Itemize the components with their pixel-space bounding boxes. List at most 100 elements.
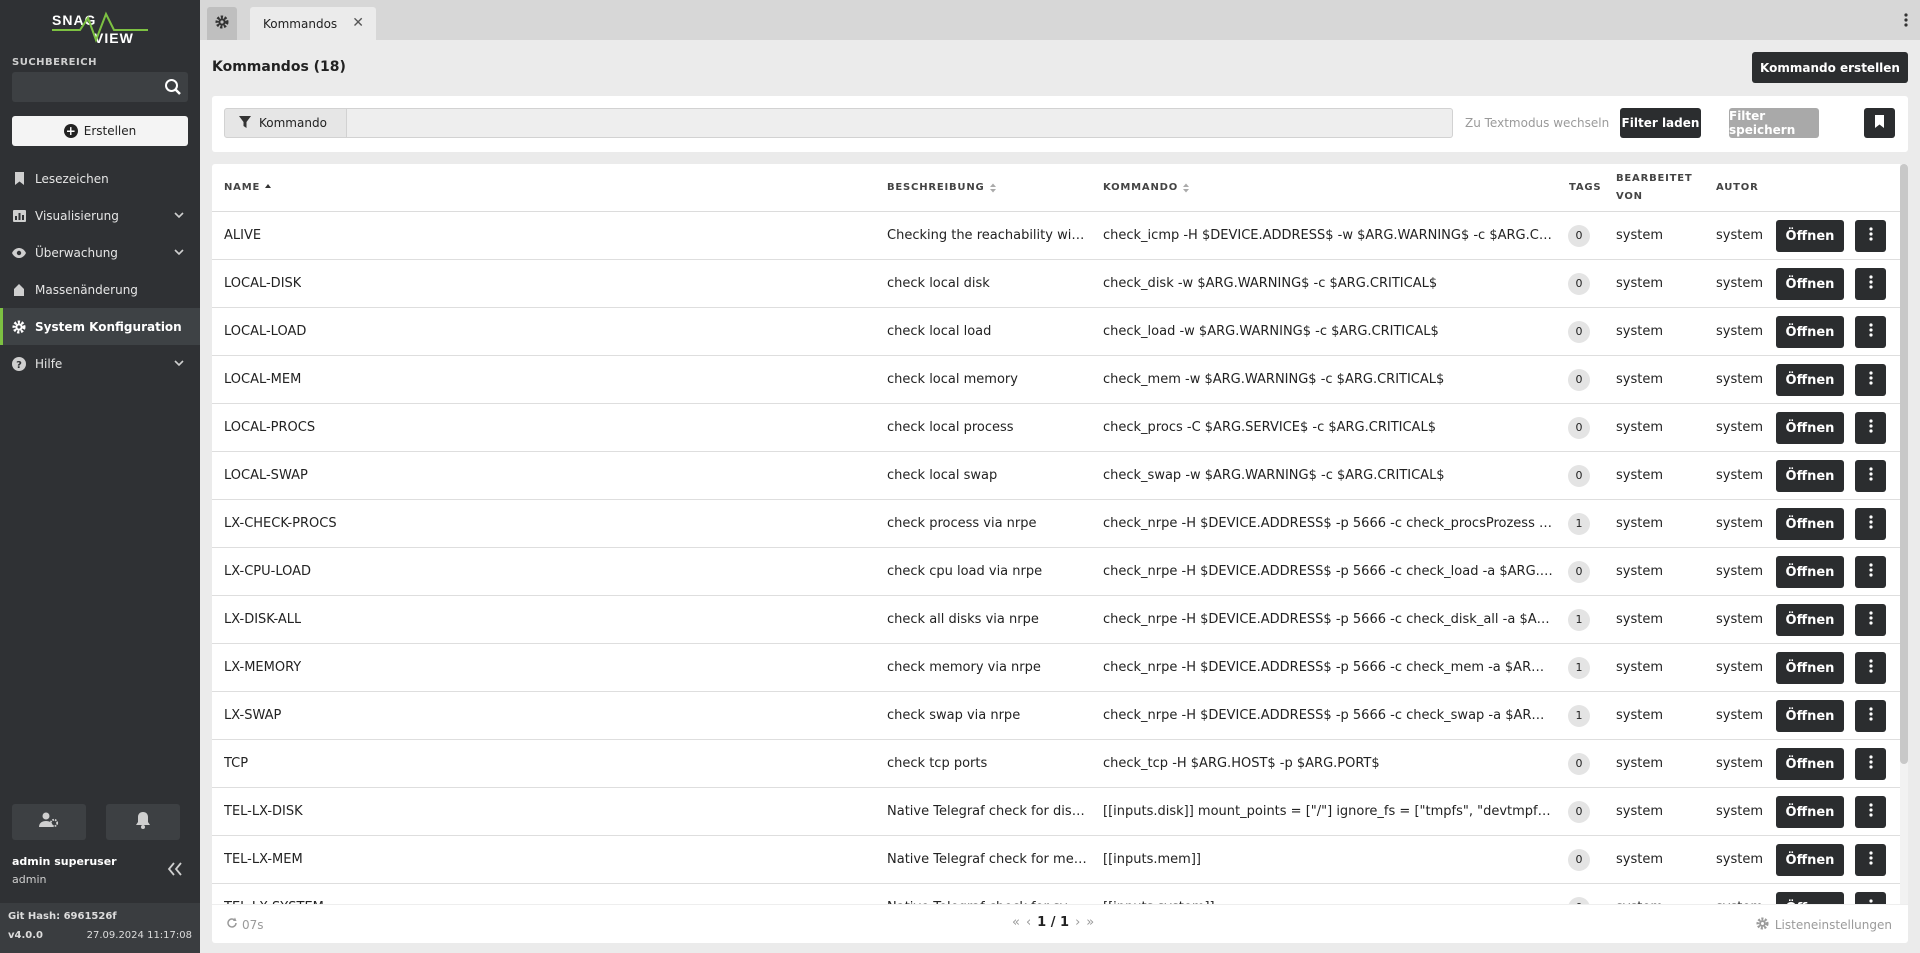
row-menu-button[interactable]	[1855, 412, 1886, 444]
row-menu-button[interactable]	[1855, 268, 1886, 300]
close-icon[interactable]: ✕	[352, 15, 364, 31]
table-row[interactable]: LX-SWAP check swap via nrpe check_nrpe -H …	[212, 692, 1908, 740]
next-page-icon[interactable]: ›	[1075, 915, 1080, 930]
cell-edited-by: system	[1616, 708, 1663, 723]
row-menu-button[interactable]	[1855, 748, 1886, 780]
table-row[interactable]: TCP check tcp ports check_tcp -H $ARG.HOST…	[212, 740, 1908, 788]
sidebar-item-visualisierung[interactable]: Visualisierung	[0, 197, 200, 234]
filter-field-selector[interactable]: Kommando	[224, 108, 347, 138]
cell-author: system	[1716, 564, 1763, 579]
table-row[interactable]: LOCAL-PROCS check local process check_proc…	[212, 404, 1908, 452]
open-button[interactable]: Öffnen	[1776, 556, 1844, 588]
open-button[interactable]: Öffnen	[1776, 460, 1844, 492]
row-menu-button[interactable]	[1855, 508, 1886, 540]
open-button[interactable]: Öffnen	[1776, 364, 1844, 396]
refresh-button[interactable]: 07s	[226, 917, 264, 932]
open-button[interactable]: Öffnen	[1776, 604, 1844, 636]
prev-page-icon[interactable]: ‹	[1026, 915, 1031, 930]
cell-author: system	[1716, 852, 1763, 867]
cell-description: check local swap	[887, 468, 998, 483]
row-menu-button[interactable]	[1855, 604, 1886, 636]
cell-tags: 0	[1568, 308, 1594, 355]
table-row[interactable]: TEL-LX-SYSTEM Native Telegraf check for s…	[212, 884, 1908, 904]
open-button[interactable]: Öffnen	[1776, 844, 1844, 876]
cell-author: system	[1716, 468, 1763, 483]
table-footer: 07s « ‹ 1 / 1 › » Listeneinstellungen	[212, 904, 1908, 943]
table-row[interactable]: LOCAL-LOAD check local load check_load -w …	[212, 308, 1908, 356]
open-button[interactable]: Öffnen	[1776, 796, 1844, 828]
column-header-name[interactable]: NAME	[224, 179, 272, 197]
sidebar-item-system-konfiguration[interactable]: System Konfiguration	[0, 308, 200, 345]
sidebar-item-lesezeichen[interactable]: Lesezeichen	[0, 160, 200, 197]
column-header-command[interactable]: KOMMANDO	[1103, 179, 1190, 197]
cell-description: Native Telegraf check for system in Linu…	[887, 884, 1087, 904]
open-button[interactable]: Öffnen	[1776, 508, 1844, 540]
open-button[interactable]: Öffnen	[1776, 412, 1844, 444]
cell-author: system	[1716, 516, 1763, 531]
list-settings-button[interactable]: Listeneinstellungen	[1756, 917, 1892, 933]
table-row[interactable]: LOCAL-MEM check local memory check_mem -w …	[212, 356, 1908, 404]
row-menu-button[interactable]	[1855, 700, 1886, 732]
open-button[interactable]: Öffnen	[1776, 268, 1844, 300]
more-vertical-icon	[1868, 755, 1873, 773]
table-row[interactable]: LX-DISK-ALL check all disks via nrpe check…	[212, 596, 1908, 644]
sidebar-item-label: System Konfiguration	[35, 319, 182, 334]
search-icon[interactable]	[164, 78, 182, 96]
snagview-logo[interactable]: SNAG VIEW	[50, 10, 150, 46]
sidebar-item-massenaenderung[interactable]: Massenänderung	[0, 271, 200, 308]
sidebar: SNAG VIEW SUCHBEREICH + Erstellen Leseze…	[0, 0, 200, 953]
row-menu-button[interactable]	[1855, 892, 1886, 904]
bookmark-button[interactable]	[1864, 108, 1895, 138]
collapse-sidebar-icon[interactable]	[167, 862, 183, 876]
load-filter-button[interactable]: Filter laden	[1620, 108, 1701, 138]
create-button[interactable]: + Erstellen	[12, 116, 188, 146]
open-button[interactable]: Öffnen	[1776, 748, 1844, 780]
textmode-toggle-link[interactable]: Zu Textmodus wechseln	[1465, 116, 1609, 130]
open-button[interactable]: Öffnen	[1776, 700, 1844, 732]
row-menu-button[interactable]	[1855, 844, 1886, 876]
row-menu-button[interactable]	[1855, 796, 1886, 828]
more-vertical-icon	[1868, 611, 1873, 629]
column-header-description[interactable]: BESCHREIBUNG	[887, 179, 997, 197]
sidebar-nav: Lesezeichen Visualisierung Überwachung M…	[0, 160, 200, 382]
table-row[interactable]: TEL-LX-DISK Native Telegraf check for dis…	[212, 788, 1908, 836]
row-menu-button[interactable]	[1855, 556, 1886, 588]
cell-author: system	[1716, 324, 1763, 339]
row-menu-button[interactable]	[1855, 460, 1886, 492]
settings-tab[interactable]	[207, 7, 237, 40]
table-row[interactable]: ALIVE Checking the reachability with ICMP…	[212, 212, 1908, 260]
open-button[interactable]: Öffnen	[1776, 892, 1844, 904]
row-menu-button[interactable]	[1855, 364, 1886, 396]
table-row[interactable]: TEL-LX-MEM Native Telegraf check for memo…	[212, 836, 1908, 884]
more-vertical-icon	[1868, 467, 1873, 485]
tab-kommandos[interactable]: Kommandos ✕	[250, 7, 376, 40]
notifications-button[interactable]	[106, 804, 180, 840]
table-row[interactable]: LOCAL-SWAP check local swap check_swap -w …	[212, 452, 1908, 500]
cell-command: check_mem -w $ARG.WARNING$ -c $ARG.CRITI…	[1103, 372, 1445, 387]
open-button[interactable]: Öffnen	[1776, 652, 1844, 684]
last-page-icon[interactable]: »	[1086, 915, 1094, 930]
row-menu-button[interactable]	[1855, 652, 1886, 684]
scrollbar-thumb[interactable]	[1900, 164, 1908, 764]
first-page-icon[interactable]: «	[1012, 915, 1020, 930]
search-input[interactable]	[12, 72, 188, 102]
table-row[interactable]: LOCAL-DISK check local disk check_disk -w …	[212, 260, 1908, 308]
cell-description: Native Telegraf check for disk in Linux	[887, 804, 1087, 819]
sidebar-item-hilfe[interactable]: ? Hilfe	[0, 345, 200, 382]
create-command-button[interactable]: Kommando erstellen	[1752, 52, 1908, 83]
open-button[interactable]: Öffnen	[1776, 220, 1844, 252]
row-menu-button[interactable]	[1855, 220, 1886, 252]
table-row[interactable]: LX-MEMORY check memory via nrpe check_nrpe…	[212, 644, 1908, 692]
cell-edited-by: system	[1616, 660, 1663, 675]
table-row[interactable]: LX-CPU-LOAD check cpu load via nrpe check_…	[212, 548, 1908, 596]
more-vertical-icon[interactable]	[1904, 12, 1908, 28]
user-settings-button[interactable]	[12, 804, 86, 840]
table-row[interactable]: LX-CHECK-PROCS check process via nrpe chec…	[212, 500, 1908, 548]
cell-edited-by: system	[1616, 324, 1663, 339]
cell-tags: 0	[1568, 212, 1594, 259]
save-filter-button[interactable]: Filter speichern	[1729, 108, 1819, 138]
row-menu-button[interactable]	[1855, 316, 1886, 348]
sidebar-item-ueberwachung[interactable]: Überwachung	[0, 234, 200, 271]
open-button[interactable]: Öffnen	[1776, 316, 1844, 348]
filter-input[interactable]	[347, 108, 1453, 138]
